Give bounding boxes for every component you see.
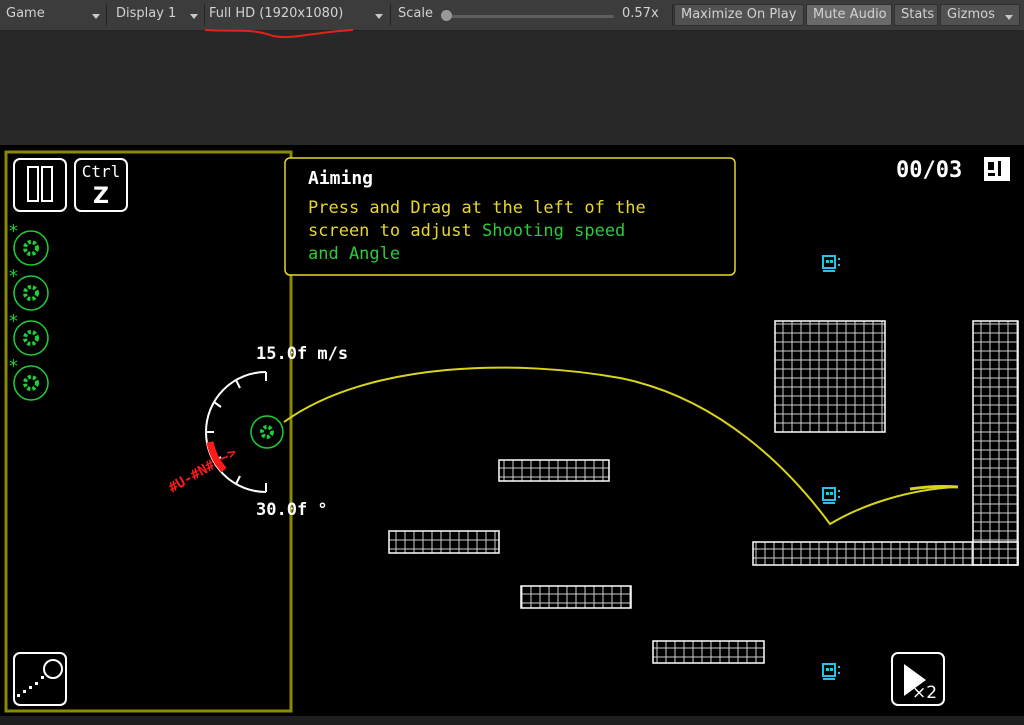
ball-queue-item: * [8,311,49,356]
gauge-arc [205,371,267,493]
robot-target-icon [822,663,840,680]
scale-value: 0.57x [622,6,659,21]
chevron-down-icon [375,14,383,19]
fast-forward-button[interactable]: ×2 [891,652,945,706]
grid-floor [752,541,1019,566]
pause-button[interactable] [13,158,67,212]
ball-icon [13,365,49,401]
chevron-down-icon [1005,15,1013,20]
dotted-throw-icon [17,659,63,697]
toolbar-divider [106,4,107,26]
toolbar-divider [390,4,391,26]
scale-slider-track[interactable] [446,15,614,18]
grid-block [388,530,500,554]
chevron-down-icon [92,14,100,19]
target-counter: 00/03 [896,158,962,183]
stats-button[interactable]: Stats [894,4,938,26]
ball-icon [13,320,49,356]
undo-key-modifier: Ctrl [82,162,121,181]
robot-target-icon [822,255,840,272]
level-badge-icon [984,157,1010,181]
maximize-on-play-button[interactable]: Maximize On Play [674,4,804,26]
speed-label: 15.0f m/s [256,344,348,364]
grid-block [520,585,632,609]
tutorial-line-2-start: screen to adjust [308,221,482,241]
display-label: Display 1 [116,6,177,21]
ball-icon [13,275,49,311]
grid-block [652,640,765,664]
game-scene: Ctrl Z * * * * #U-#N#-~> 15.0f m/s 30.0f… [4,150,1019,713]
game-tab-label: Game [6,6,45,21]
robot-target-icon [822,487,840,504]
pause-icon [27,166,53,202]
game-viewport[interactable]: Ctrl Z * * * * #U-#N#-~> 15.0f m/s 30.0f… [0,145,1024,720]
resolution-label: Full HD (1920x1080) [209,6,344,21]
ball-icon [13,230,49,266]
ball-queue: * * * * [8,221,49,401]
resolution-dropdown[interactable]: Full HD (1920x1080) [203,3,389,25]
game-tab[interactable]: Game [0,3,106,25]
game-view-toolbar: Game Display 1 Full HD (1920x1080) Scale… [0,0,1024,31]
angle-label: 30.0f ° [256,500,328,520]
tutorial-tooltip: Aiming Press and Drag at the left of the… [284,157,736,276]
launch-ball[interactable] [250,415,284,449]
ball-queue-item: * [8,266,49,311]
red-underline-annotation [204,29,354,39]
grid-wall [972,320,1019,566]
ball-queue-item: * [8,221,49,266]
chevron-down-icon [190,14,198,19]
tutorial-line-1: Press and Drag at the left of the [308,198,646,218]
gauge-red-label: #U-#N#-~> [166,445,240,497]
ball-queue-item: * [8,356,49,401]
mute-audio-button[interactable]: Mute Audio [806,4,892,26]
tutorial-highlight-speed: Shooting speed [482,221,625,241]
scale-slider-handle[interactable] [441,10,452,21]
launch-panel[interactable] [4,150,293,713]
grid-block-large [774,320,886,433]
gizmos-label: Gizmos [947,7,995,22]
gizmos-dropdown[interactable]: Gizmos [940,4,1020,26]
undo-key-letter: Z [93,184,109,209]
tutorial-highlight-angle: and Angle [308,244,400,264]
bottom-strip [0,716,1024,725]
scale-label: Scale [398,6,433,21]
fast-forward-label: ×2 [912,683,937,703]
tutorial-title: Aiming [308,168,373,189]
toolbar-divider [672,4,673,26]
trajectory-toggle-button[interactable] [13,652,67,706]
tutorial-line-2: screen to adjust Shooting speed [308,221,625,241]
grid-block [498,459,610,482]
undo-button[interactable]: Ctrl Z [74,158,128,212]
display-dropdown[interactable]: Display 1 [110,3,204,25]
